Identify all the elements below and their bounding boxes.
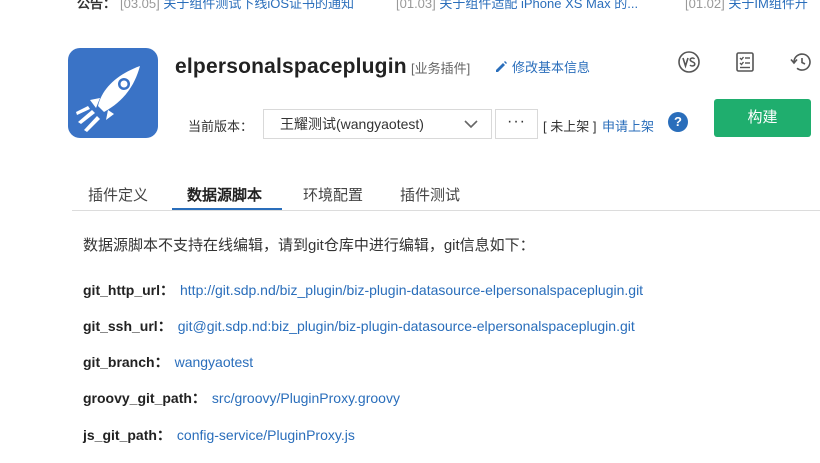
help-icon[interactable]: ? xyxy=(668,112,688,132)
tab-environment-config[interactable]: 环境配置 xyxy=(303,184,363,205)
announcement-item[interactable]: [01.03] 关于组件适配 iPhone XS Max 的... xyxy=(396,0,638,10)
announcement-date: [03.05] xyxy=(120,0,160,11)
version-select[interactable]: 王耀测试(wangyaotest) xyxy=(263,109,492,139)
version-select-value: 王耀测试(wangyaotest) xyxy=(280,116,424,132)
announcement-date: [01.03] xyxy=(396,0,436,11)
git-info-value[interactable]: src/groovy/PluginProxy.groovy xyxy=(212,390,400,406)
git-info-key: groovy_git_path： xyxy=(83,390,206,406)
build-button[interactable]: 构建 xyxy=(714,99,811,137)
tab-plugin-definition[interactable]: 插件定义 xyxy=(88,184,148,205)
git-info-row: js_git_path： config-service/PluginProxy.j… xyxy=(83,425,355,445)
announcement-title[interactable]: 关于组件测试下线iOS证书的通知 xyxy=(163,0,354,11)
listing-status: [ 未上架 ] xyxy=(543,119,597,134)
plugin-type-tag: [业务插件] xyxy=(411,61,471,76)
plugin-logo xyxy=(68,48,158,138)
git-info-value[interactable]: wangyaotest xyxy=(175,354,254,370)
active-tab-indicator xyxy=(172,208,282,210)
tab-bar: 插件定义 数据源脚本 环境配置 插件测试 xyxy=(72,176,820,211)
compare-button[interactable] xyxy=(677,50,701,74)
checklist-icon xyxy=(736,52,754,72)
chevron-down-icon xyxy=(464,120,478,129)
git-info-key: git_branch： xyxy=(83,354,169,370)
history-icon xyxy=(790,53,811,71)
git-info-key: js_git_path： xyxy=(83,427,171,443)
git-info-row: groovy_git_path： src/groovy/PluginProxy.g… xyxy=(83,388,400,408)
announcement-item[interactable]: [03.05] 关于组件测试下线iOS证书的通知 xyxy=(120,0,354,10)
git-info-value[interactable]: http://git.sdp.nd/biz_plugin/biz-plugin-… xyxy=(180,282,643,298)
announcement-title[interactable]: 关于IM组件升 xyxy=(728,0,807,11)
announcement-bar: 公告： [03.05] 关于组件测试下线iOS证书的通知 [01.03] 关于组… xyxy=(0,0,820,16)
git-info-key: git_http_url： xyxy=(83,282,174,298)
history-button[interactable] xyxy=(789,50,813,74)
tab-datasource-script[interactable]: 数据源脚本 xyxy=(187,184,262,205)
announcement-item[interactable]: [01.02] 关于IM组件升 xyxy=(685,0,808,10)
edit-basic-info-label: 修改基本信息 xyxy=(512,60,591,75)
pencil-icon xyxy=(496,60,507,72)
current-version-label: 当前版本： xyxy=(188,119,254,134)
announcement-title[interactable]: 关于组件适配 iPhone XS Max 的... xyxy=(439,0,638,11)
plugin-name: elpersonalspaceplugin xyxy=(175,55,407,78)
git-info-row: git_branch： wangyaotest xyxy=(83,352,253,372)
intro-text: 数据源脚本不支持在线编辑，请到git仓库中进行编辑，git信息如下： xyxy=(83,237,535,254)
more-versions-button[interactable]: ··· xyxy=(495,109,538,139)
git-info-row: git_http_url： http://git.sdp.nd/biz_plugi… xyxy=(83,280,643,300)
git-info-value[interactable]: git@git.sdp.nd:biz_plugin/biz-plugin-dat… xyxy=(178,318,635,334)
announcement-date: [01.02] xyxy=(685,0,725,11)
git-info-row: git_ssh_url： git@git.sdp.nd:biz_plugin/bi… xyxy=(83,316,635,336)
vs-compare-icon xyxy=(678,51,700,73)
git-info-key: git_ssh_url： xyxy=(83,318,172,334)
git-info-value[interactable]: config-service/PluginProxy.js xyxy=(177,427,355,443)
apply-listing-link[interactable]: 申请上架 xyxy=(602,116,654,135)
announcement-label: 公告： xyxy=(77,0,117,11)
rocket-logo-icon xyxy=(76,66,140,132)
edit-basic-info-link[interactable]: 修改基本信息 xyxy=(494,57,590,76)
checklist-button[interactable] xyxy=(733,50,757,74)
tab-plugin-test[interactable]: 插件测试 xyxy=(400,184,460,205)
